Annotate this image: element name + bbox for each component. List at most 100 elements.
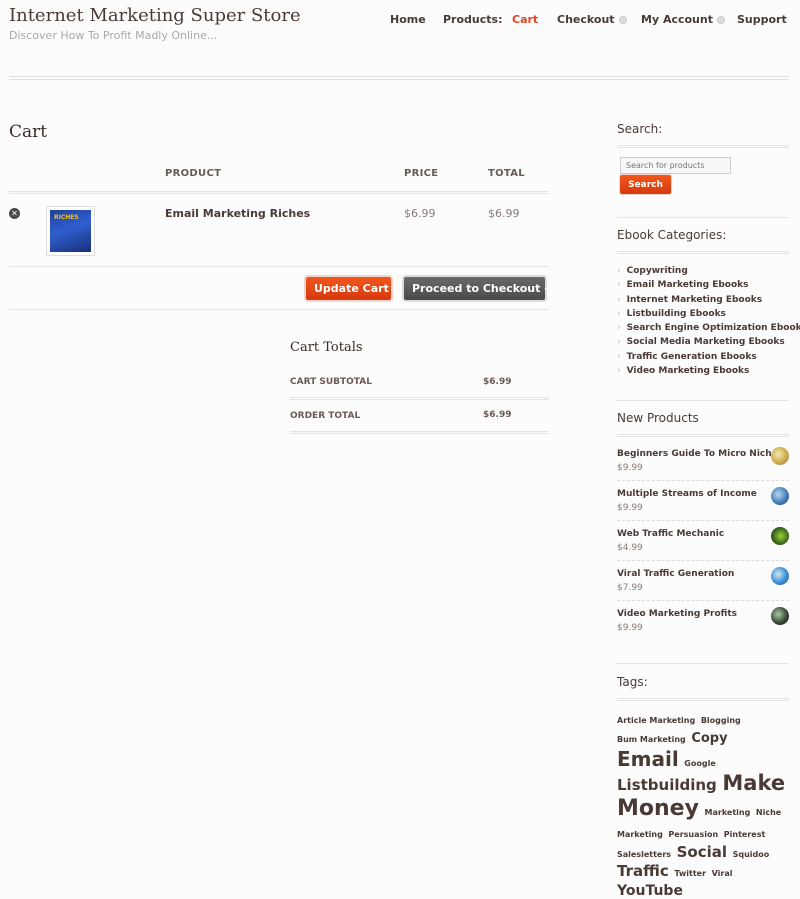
new-product-item[interactable]: Video Marketing Profits $9.99 bbox=[617, 607, 789, 649]
list-separator bbox=[617, 600, 789, 601]
tag-link[interactable]: Article Marketing bbox=[617, 716, 695, 725]
tag-link[interactable]: Persuasion bbox=[668, 830, 718, 839]
category-item[interactable]: › Listbuilding Ebooks bbox=[617, 307, 792, 321]
nav-checkout-label: Checkout bbox=[557, 13, 615, 26]
product-thumbnail-icon[interactable] bbox=[771, 447, 789, 465]
tag-link[interactable]: Traffic bbox=[617, 862, 669, 880]
new-product-name[interactable]: Video Marketing Profits bbox=[617, 609, 737, 619]
category-item[interactable]: › Social Media Marketing Ebooks bbox=[617, 335, 792, 349]
chevron-right-icon: › bbox=[617, 280, 621, 291]
tag-link[interactable]: YouTube bbox=[617, 883, 683, 899]
new-product-price: $9.99 bbox=[617, 503, 643, 513]
tag-link[interactable]: Copy bbox=[691, 731, 727, 746]
tag-link[interactable]: Money bbox=[617, 796, 699, 821]
totals-divider bbox=[290, 397, 549, 400]
tag-link[interactable]: Make bbox=[722, 771, 785, 795]
tag-link[interactable]: Twitter bbox=[674, 869, 706, 878]
product-thumbnail-icon[interactable] bbox=[771, 607, 789, 625]
search-widget-title: Search: bbox=[617, 122, 663, 136]
cart-totals-title: Cart Totals bbox=[290, 340, 363, 355]
product-thumbnail[interactable]: RICHES bbox=[46, 206, 95, 256]
widget-divider bbox=[617, 434, 789, 437]
tag-link[interactable]: Marketing bbox=[617, 830, 663, 839]
widget-divider bbox=[617, 145, 789, 148]
search-button[interactable]: Search bbox=[620, 175, 671, 194]
new-product-item[interactable]: Multiple Streams of Income $9.99 bbox=[617, 487, 789, 529]
tag-link[interactable]: Google bbox=[684, 759, 715, 768]
nav-support[interactable]: Support bbox=[737, 13, 787, 26]
category-label: Email Marketing Ebooks bbox=[626, 280, 749, 291]
new-product-item[interactable]: Beginners Guide To Micro Niches $9.99 bbox=[617, 447, 789, 489]
new-product-name[interactable]: Web Traffic Mechanic bbox=[617, 529, 724, 539]
new-products-widget-title: New Products bbox=[617, 411, 699, 425]
column-header-product: PRODUCT bbox=[165, 168, 222, 179]
proceed-to-checkout-button[interactable]: Proceed to Checkout → bbox=[404, 277, 553, 300]
site-description: Discover How To Profit Madly Online... bbox=[9, 29, 218, 42]
dropdown-indicator-icon bbox=[716, 16, 725, 24]
column-header-price: PRICE bbox=[404, 168, 439, 179]
tag-link[interactable]: Blogging bbox=[701, 716, 741, 725]
update-cart-button[interactable]: Update Cart bbox=[306, 277, 391, 300]
tag-link[interactable]: Email bbox=[617, 747, 679, 771]
search-input[interactable] bbox=[620, 157, 731, 174]
categories-widget-title: Ebook Categories: bbox=[617, 228, 727, 242]
category-label: Traffic Generation Ebooks bbox=[626, 351, 757, 362]
order-total-value: $6.99 bbox=[483, 410, 512, 420]
nav-products[interactable]: Products: bbox=[443, 13, 502, 26]
actions-divider bbox=[9, 309, 549, 310]
tag-link[interactable]: Squidoo bbox=[733, 850, 770, 859]
category-item[interactable]: › Copywriting bbox=[617, 264, 792, 278]
list-separator bbox=[617, 560, 789, 561]
product-thumbnail-icon[interactable] bbox=[771, 487, 789, 505]
product-thumbnail-icon[interactable] bbox=[771, 567, 789, 585]
new-product-item[interactable]: Web Traffic Mechanic $4.99 bbox=[617, 527, 789, 569]
widget-divider bbox=[617, 698, 789, 701]
widget-divider bbox=[617, 400, 789, 401]
chevron-right-icon: › bbox=[617, 308, 621, 319]
tag-link[interactable]: Salesletters bbox=[617, 850, 671, 859]
new-product-price: $4.99 bbox=[617, 543, 643, 553]
main-nav: Home Products: Cart Checkout My Account … bbox=[0, 13, 800, 29]
new-product-name[interactable]: Beginners Guide To Micro Niches bbox=[617, 449, 783, 459]
category-item[interactable]: › Video Marketing Ebooks bbox=[617, 364, 792, 378]
new-product-name[interactable]: Multiple Streams of Income bbox=[617, 489, 757, 499]
tag-link[interactable]: Niche bbox=[756, 808, 781, 817]
product-thumbnail-icon[interactable] bbox=[771, 527, 789, 545]
tag-link[interactable]: Bum Marketing bbox=[617, 735, 686, 744]
nav-my-account[interactable]: My Account bbox=[641, 13, 725, 26]
product-name-link[interactable]: Email Marketing Riches bbox=[165, 207, 310, 220]
category-item[interactable]: › Search Engine Optimization Ebooks bbox=[617, 321, 800, 335]
remove-item-icon[interactable]: ✕ bbox=[9, 208, 20, 219]
new-product-price: $9.99 bbox=[617, 623, 643, 633]
ebook-cover-text: RICHES bbox=[54, 214, 79, 221]
new-product-name[interactable]: Viral Traffic Generation bbox=[617, 569, 734, 579]
new-product-item[interactable]: Viral Traffic Generation $7.99 bbox=[617, 567, 789, 609]
chevron-right-icon: › bbox=[617, 351, 621, 362]
tag-link[interactable]: Viral bbox=[712, 869, 733, 878]
nav-checkout[interactable]: Checkout bbox=[557, 13, 627, 26]
tag-link[interactable]: Pinterest bbox=[724, 830, 766, 839]
category-label: Video Marketing Ebooks bbox=[626, 366, 750, 377]
tag-link[interactable]: Listbuilding bbox=[617, 776, 717, 794]
new-product-price: $7.99 bbox=[617, 583, 643, 593]
tag-link[interactable]: Social bbox=[677, 843, 727, 861]
header-divider bbox=[9, 76, 789, 80]
category-item[interactable]: › Email Marketing Ebooks bbox=[617, 278, 792, 292]
column-header-total: TOTAL bbox=[488, 168, 525, 179]
nav-home[interactable]: Home bbox=[390, 13, 426, 26]
tag-link[interactable]: Marketing bbox=[705, 808, 751, 817]
nav-my-account-label: My Account bbox=[641, 13, 713, 26]
category-item[interactable]: › Internet Marketing Ebooks bbox=[617, 293, 792, 307]
table-header-divider bbox=[9, 191, 549, 194]
widget-divider bbox=[617, 663, 789, 664]
cart-subtotal-label: CART SUBTOTAL bbox=[290, 377, 372, 387]
ebook-cover-image: RICHES bbox=[50, 210, 91, 252]
list-separator bbox=[617, 480, 789, 481]
new-product-price: $9.99 bbox=[617, 463, 643, 473]
chevron-right-icon: › bbox=[617, 294, 621, 305]
chevron-right-icon: › bbox=[617, 337, 621, 348]
nav-cart[interactable]: Cart bbox=[512, 13, 538, 26]
category-item[interactable]: › Traffic Generation Ebooks bbox=[617, 350, 792, 364]
widget-divider bbox=[617, 217, 789, 218]
category-label: Copywriting bbox=[626, 266, 688, 276]
